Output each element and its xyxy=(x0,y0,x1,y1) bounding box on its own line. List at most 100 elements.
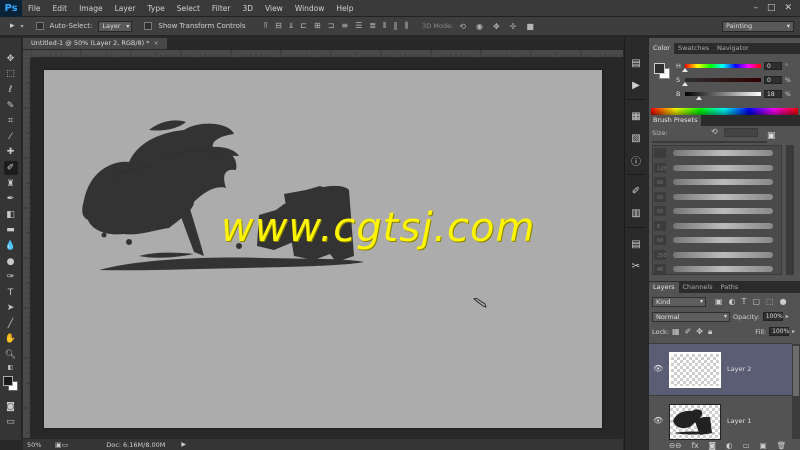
pen-icon[interactable]: ✑ xyxy=(4,270,18,284)
minimize-button[interactable]: – xyxy=(753,3,758,13)
history-panel-icon[interactable]: ▤ xyxy=(627,55,645,72)
close-button[interactable]: ✕ xyxy=(784,3,792,13)
marquee-icon[interactable]: ⬚ xyxy=(4,68,18,82)
brush-preset-item[interactable] xyxy=(653,146,781,161)
filter-smart-icon[interactable]: ⬚ xyxy=(766,297,774,306)
brightness-slider[interactable] xyxy=(685,92,761,100)
menu-type[interactable]: Type xyxy=(142,4,171,13)
align-hcenter-icon[interactable]: ⊞ xyxy=(314,21,321,31)
lock-all-icon[interactable]: 🔒︎ xyxy=(708,327,712,337)
fill-arrow-icon[interactable]: ▸ xyxy=(792,328,795,335)
brush-size-slider[interactable] xyxy=(652,141,767,143)
menu-file[interactable]: File xyxy=(22,4,47,13)
link-layers-icon[interactable]: ⊖⊖ xyxy=(669,441,682,450)
3d-slide-icon[interactable]: ✢ xyxy=(510,22,517,31)
saturation-value-field[interactable]: 0 xyxy=(764,76,782,84)
layer-kind-filter[interactable]: Kind xyxy=(652,296,706,307)
distribute-bottom-icon[interactable]: ≣ xyxy=(369,21,376,31)
show-transform-checkbox[interactable] xyxy=(144,22,153,30)
distribute-left-icon[interactable]: ⦀ xyxy=(383,21,387,31)
tool-presets-icon[interactable]: ▤ xyxy=(627,236,645,253)
brush-preset-list[interactable]: 120 60 60 60 6 60 250 40 xyxy=(652,145,782,275)
lock-transparent-icon[interactable]: ▦ xyxy=(672,327,680,337)
brush-preset-item[interactable]: 120 xyxy=(653,161,781,176)
fill-field[interactable]: 100% xyxy=(769,327,789,336)
hue-value-field[interactable]: 0 xyxy=(764,62,782,70)
filter-adjustment-icon[interactable]: ◐ xyxy=(729,297,736,306)
auto-select-dropdown[interactable]: Layer xyxy=(98,20,133,32)
fx-icon[interactable]: fx xyxy=(692,441,699,450)
layers-scrollbar-thumb[interactable] xyxy=(793,346,799,396)
zoom-level[interactable]: 50% xyxy=(27,441,47,449)
blend-mode-dropdown[interactable]: Normal xyxy=(652,311,730,322)
vertical-ruler[interactable] xyxy=(23,57,31,438)
blur-icon[interactable]: 💧 xyxy=(4,239,18,253)
menu-help[interactable]: Help xyxy=(330,4,359,13)
eraser-icon[interactable]: ◧ xyxy=(4,208,18,222)
3d-scale-icon[interactable]: ■ xyxy=(526,22,534,31)
brush-preset-item[interactable]: 40 xyxy=(653,262,781,277)
color-swatches[interactable] xyxy=(2,375,19,392)
info-panel-icon[interactable]: ⓘ xyxy=(627,152,645,169)
maximize-button[interactable]: □ xyxy=(767,3,776,13)
document-tab[interactable]: Untitled-1 @ 50% (Layer 2, RGB/8) * × xyxy=(23,38,167,49)
color-panel-swatches[interactable] xyxy=(654,63,670,79)
clone-source-icon[interactable]: ▥ xyxy=(627,205,645,222)
new-group-icon[interactable]: ▭ xyxy=(743,441,750,450)
foreground-color-swatch[interactable] xyxy=(2,375,13,386)
menu-view[interactable]: View xyxy=(259,4,289,13)
layer-row-layer-2[interactable]: 👁︎ Layer 2 xyxy=(649,343,792,395)
3d-pan-icon[interactable]: ✥ xyxy=(493,22,500,31)
layers-scrollbar[interactable] xyxy=(792,344,800,439)
close-tab-icon[interactable]: × xyxy=(154,39,159,47)
tab-navigator[interactable]: Navigator xyxy=(713,43,753,54)
filter-toggle-icon[interactable]: ● xyxy=(780,297,787,306)
reset-size-icon[interactable]: ⟲ xyxy=(711,127,718,136)
move-icon[interactable]: ✥ xyxy=(4,52,18,66)
add-mask-icon[interactable]: ◙ xyxy=(709,441,716,450)
crop-icon[interactable]: ⌗ xyxy=(4,114,18,128)
tab-brush-presets[interactable]: Brush Presets xyxy=(649,115,702,126)
layer-name[interactable]: Layer 2 xyxy=(727,365,751,373)
filter-pixel-icon[interactable]: ▣ xyxy=(715,297,723,306)
brush-preset-item[interactable]: 250 xyxy=(653,248,781,263)
brush-preset-item[interactable]: 60 xyxy=(653,190,781,205)
default-colors-icon[interactable]: ◧ xyxy=(4,364,18,372)
brush-preset-item[interactable]: 60 xyxy=(653,175,781,190)
zoom-icon[interactable]: 🔍︎ xyxy=(4,348,18,362)
brush-icon[interactable]: ✐ xyxy=(3,161,18,175)
menu-layer[interactable]: Layer xyxy=(109,4,142,13)
horizontal-ruler[interactable] xyxy=(30,50,623,58)
align-left-icon[interactable]: ⊏ xyxy=(300,21,307,31)
status-share-icon[interactable]: ▣▭ xyxy=(55,441,68,449)
align-right-icon[interactable]: ⊐ xyxy=(328,21,335,31)
align-bottom-icon[interactable]: ⫫ xyxy=(289,21,294,31)
brush-panel-toggle-icon[interactable]: ▣ xyxy=(767,131,776,141)
screen-mode-icon[interactable]: ▭ xyxy=(4,415,18,429)
brush-preset-item[interactable]: 60 xyxy=(653,204,781,219)
tab-color[interactable]: Color xyxy=(649,43,674,54)
brush-size-field[interactable] xyxy=(724,128,758,137)
layer-row-layer-1[interactable]: 👁︎ Layer 1 xyxy=(649,395,792,447)
3d-roll-icon[interactable]: ◉ xyxy=(476,22,483,31)
history-brush-icon[interactable]: ✒ xyxy=(4,192,18,206)
stamp-icon[interactable]: ♜ xyxy=(4,177,18,191)
distribute-vcenter-icon[interactable]: ☰ xyxy=(355,21,362,31)
workspace-dropdown[interactable]: Painting xyxy=(722,21,794,32)
status-menu-arrow-icon[interactable]: ▶ xyxy=(181,441,186,448)
chevron-down-icon[interactable]: ▾ xyxy=(21,23,24,30)
hue-slider-knob[interactable] xyxy=(682,68,688,72)
tab-paths[interactable]: Paths xyxy=(717,282,743,293)
layer-name[interactable]: Layer 1 xyxy=(727,417,751,425)
opacity-field[interactable]: 100% xyxy=(762,312,783,321)
quick-mask-icon[interactable]: ◙ xyxy=(4,400,18,414)
auto-select-checkbox[interactable] xyxy=(35,22,44,30)
menu-filter[interactable]: Filter xyxy=(206,4,237,13)
healing-icon[interactable]: ✚ xyxy=(4,146,18,160)
delete-layer-icon[interactable]: 🗑︎ xyxy=(777,441,787,450)
brush-list-scrollbar[interactable] xyxy=(786,145,794,275)
path-select-icon[interactable]: ➤ xyxy=(4,302,18,316)
ruler-corner[interactable] xyxy=(23,50,31,58)
document-canvas[interactable]: www.cgtsj.com xyxy=(44,70,602,428)
styles-panel-icon[interactable]: ▧ xyxy=(627,130,645,147)
